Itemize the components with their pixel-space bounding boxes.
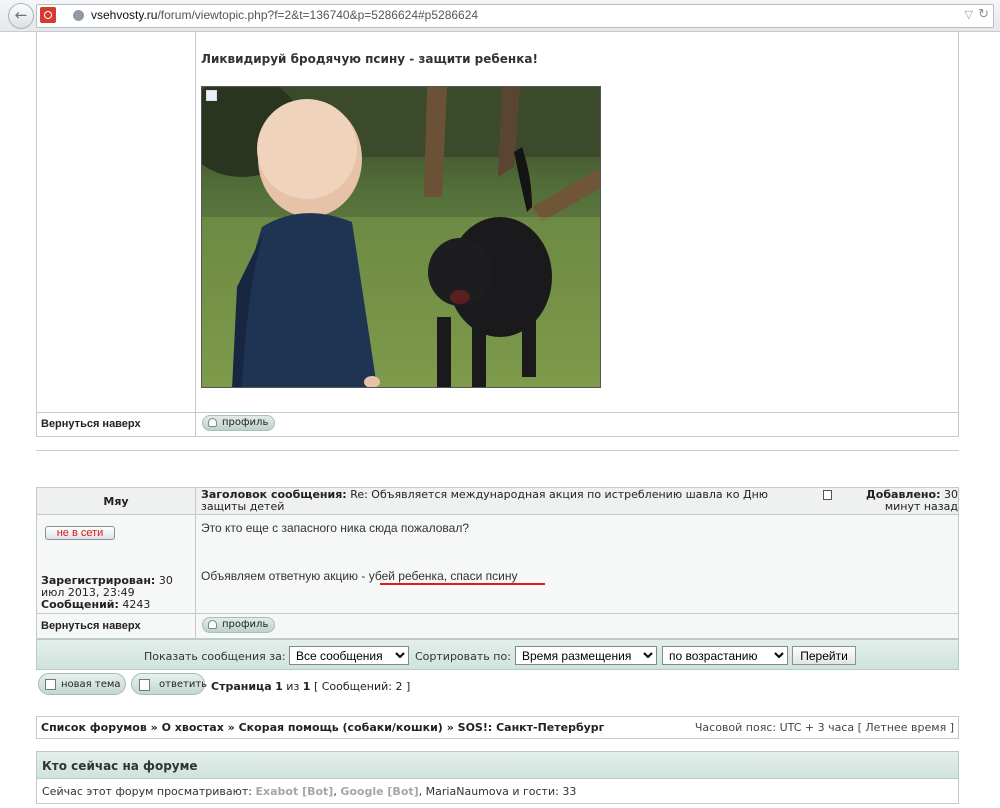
url-path: /forum/viewtopic.php?f=2&t=136740&p=5286…	[157, 8, 479, 22]
show-label: Показать сообщения за:	[144, 650, 286, 663]
post-2-line2: Объявляем ответную акцию - убей ребенка,…	[201, 569, 517, 583]
new-topic-button[interactable]: новая тема	[38, 673, 126, 695]
url-text: vsehvosty.ru/forum/viewtopic.php?f=2&t=1…	[91, 8, 478, 22]
reply-icon	[139, 679, 150, 691]
post-1-divider	[195, 31, 196, 436]
back-to-top-link-2[interactable]: Вернуться наверх	[41, 620, 141, 632]
messages-value: 4243	[122, 598, 151, 611]
breadcrumb-sep: »	[150, 721, 158, 734]
breadcrumb-links: Список форумов » О хвостах » Скорая помо…	[41, 721, 604, 734]
author-info: Зарегистрирован: 30 июл 2013, 23:49 Сооб…	[41, 575, 193, 611]
red-underline	[380, 583, 545, 585]
online-title: Кто сейчас на форуме	[42, 759, 198, 773]
dropdown-chevron-icon[interactable]: ▽	[965, 8, 973, 21]
url-host: vsehvosty.ru	[91, 8, 158, 22]
online-user[interactable]: MariaNaumova	[426, 785, 509, 798]
profile-label: профиль	[222, 619, 269, 630]
page-of: из	[286, 680, 300, 693]
globe-icon	[73, 10, 84, 21]
show-period-select[interactable]: Все сообщения	[289, 646, 409, 665]
post-2-line1: Это кто еще с запасного ника сюда пожало…	[201, 521, 470, 535]
reply-button[interactable]: ответить	[131, 673, 208, 695]
user-icon	[208, 620, 217, 629]
breadcrumb-item-tails[interactable]: О хвостах	[162, 721, 224, 734]
back-arrow-icon[interactable]: ←	[8, 3, 34, 29]
post-2-footer-line	[37, 613, 958, 614]
site-favicon-icon	[40, 7, 56, 23]
reload-icon[interactable]: ↻	[978, 7, 989, 22]
breadcrumb-item-forums[interactable]: Список форумов	[41, 721, 147, 734]
timezone: Часовой пояс: UTC + 3 часа [ Летнее врем…	[694, 721, 954, 734]
post-1-footer-line	[37, 412, 958, 413]
new-topic-label: новая тема	[61, 679, 121, 690]
status-badge: не в сети	[45, 526, 115, 540]
online-list: Сейчас этот форум просматривают: Exabot …	[42, 785, 577, 798]
address-bar[interactable]: vsehvosty.ru/forum/viewtopic.php?f=2&t=1…	[36, 4, 994, 28]
post-link-icon[interactable]	[823, 490, 832, 500]
browser-toolbar: ← vsehvosty.ru/forum/viewtopic.php?f=2&t…	[0, 0, 1000, 32]
profile-button-2[interactable]: профиль	[202, 617, 276, 633]
breadcrumb-sep: »	[227, 721, 235, 734]
online-bot-google[interactable]: Google [Bot]	[340, 785, 418, 798]
back-to-top-link[interactable]: Вернуться наверх	[41, 418, 141, 430]
post-date: Добавлено: 30 минут назад	[834, 489, 958, 513]
post-separator	[36, 450, 959, 451]
profile-label: профиль	[222, 417, 269, 428]
pagination: Страница 1 из 1 [ Сообщений: 2 ]	[211, 680, 410, 693]
messages-label: Сообщений:	[41, 598, 119, 611]
online-suffix: и гости: 33	[512, 785, 577, 798]
online-prefix: Сейчас этот форум просматривают:	[42, 785, 253, 798]
reply-label: ответить	[159, 679, 208, 690]
sort-label: Сортировать по:	[415, 650, 511, 663]
line2-highlight: убей ребенка, спаси псину	[368, 569, 518, 583]
new-topic-icon	[45, 679, 56, 690]
sort-by-select[interactable]: Время размещения	[515, 646, 657, 665]
page-current: 1	[275, 680, 283, 693]
online-bot-exabot[interactable]: Exabot [Bot]	[256, 785, 334, 798]
post-1-image[interactable]	[201, 86, 601, 388]
breadcrumb-item-sos[interactable]: SOS!: Санкт-Петербург	[458, 721, 605, 734]
expand-image-icon[interactable]	[206, 90, 217, 101]
messages-count: [ Сообщений: 2 ]	[313, 680, 411, 693]
post-subject: Заголовок сообщения: Re: Объявляется меж…	[201, 489, 816, 513]
child-and-dog-photo	[202, 87, 600, 387]
breadcrumb-sep: »	[446, 721, 454, 734]
post-author[interactable]: Мяу	[37, 495, 195, 508]
post-2-divider	[195, 488, 196, 638]
line2-prefix: Объявляем ответную акцию -	[201, 569, 369, 583]
user-icon	[208, 418, 217, 427]
breadcrumb-item-help[interactable]: Скорая помощь (собаки/кошки)	[239, 721, 443, 734]
go-button[interactable]: Перейти	[792, 646, 856, 665]
post-1-title: Ликвидируй бродячую псину - защити ребен…	[201, 52, 538, 66]
profile-button[interactable]: профиль	[202, 415, 276, 431]
page-total: 1	[302, 680, 311, 693]
sort-order-select[interactable]: по возрастанию	[662, 646, 788, 665]
page-prefix: Страница	[211, 680, 272, 693]
